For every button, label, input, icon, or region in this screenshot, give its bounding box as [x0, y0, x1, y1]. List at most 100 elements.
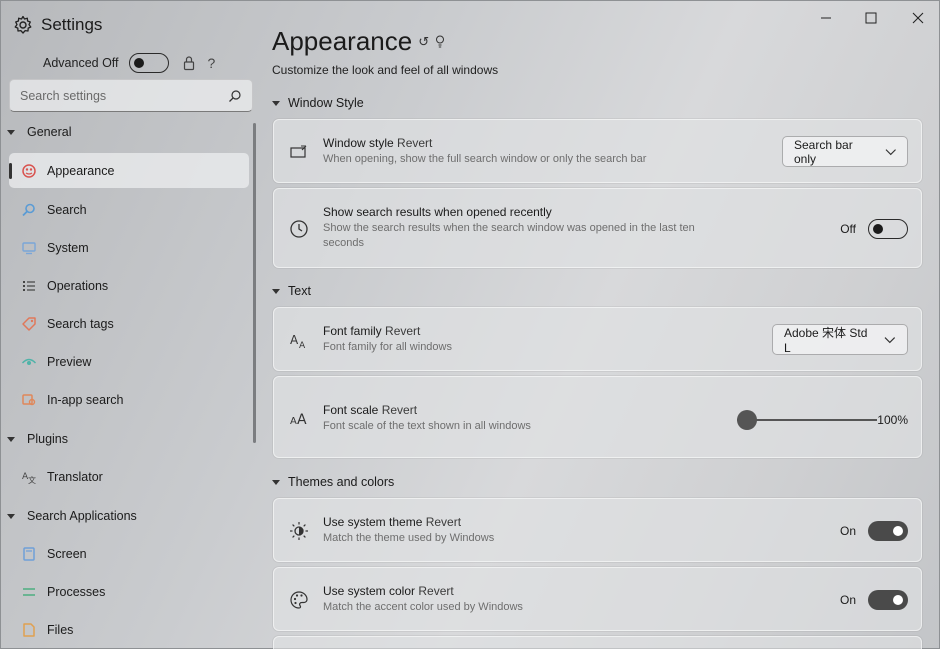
lightbulb-icon[interactable] — [435, 35, 445, 48]
minimize-icon — [821, 17, 831, 19]
translator-icon: A 文 — [22, 472, 36, 485]
screen-icon — [23, 546, 35, 561]
svg-text:A: A — [297, 412, 307, 428]
toggle-state: On — [839, 593, 856, 607]
sidebar-item-system[interactable]: System — [9, 230, 249, 265]
system-theme-toggle[interactable] — [868, 521, 908, 541]
system-color-toggle[interactable] — [868, 590, 908, 610]
sidebar-item-search-tags[interactable]: Search tags — [9, 306, 249, 341]
processes-icon — [23, 587, 35, 596]
sidebar-scrollbar[interactable] — [253, 123, 256, 443]
show-recent-toggle-group: Off — [840, 219, 908, 239]
setting-font-scale: A A Font scale Revert Font scale of the … — [273, 376, 922, 458]
system-theme-toggle-group: On — [840, 521, 908, 541]
sidebar-item-label: Preview — [47, 354, 92, 369]
sidebar: Settings Advanced Off ? General — [1, 1, 259, 649]
chevron-down-icon — [885, 148, 896, 155]
nav-group-general[interactable]: General — [7, 125, 71, 139]
setting-title: Font family Revert — [323, 324, 420, 338]
nav-group-search-applications[interactable]: Search Applications — [7, 509, 137, 523]
font-scale-icon: A A — [290, 412, 307, 428]
sidebar-item-label: Appearance — [47, 163, 115, 178]
setting-description: Show the search results when the search … — [323, 221, 695, 251]
window-style-dropdown[interactable]: Search bar only — [782, 136, 908, 167]
revert-link[interactable]: Revert — [426, 515, 461, 529]
setting-title-text: Use system theme — [323, 515, 423, 529]
setting-title-text: Font family — [323, 324, 382, 338]
revert-link[interactable]: Revert — [418, 584, 453, 598]
revert-link[interactable]: Revert — [385, 324, 420, 338]
search-input[interactable] — [20, 88, 228, 103]
close-button[interactable] — [907, 7, 929, 29]
page-title-text: Appearance — [272, 26, 413, 56]
help-icon[interactable]: ? — [208, 55, 216, 71]
advanced-label: Advanced Off — [43, 56, 119, 70]
chevron-down-icon — [272, 288, 280, 294]
setting-title-text: Show search results when opened recently — [323, 205, 552, 219]
font-scale-slider[interactable] — [737, 410, 877, 430]
font-family-dropdown[interactable]: Adobe 宋体 Std L — [772, 324, 908, 355]
chevron-down-icon — [884, 336, 896, 343]
setting-description-line: seconds — [323, 237, 364, 249]
sidebar-item-preview[interactable]: Preview — [9, 344, 249, 379]
system-color-toggle-group: On — [840, 590, 908, 610]
setting-title: Show search results when opened recently — [323, 205, 552, 219]
setting-title: Font scale Revert — [323, 403, 417, 417]
undo-icon[interactable]: ↺ — [418, 34, 429, 50]
advanced-toggle[interactable] — [128, 53, 169, 73]
slider-track[interactable] — [737, 419, 877, 421]
sidebar-item-appearance[interactable]: Appearance — [9, 153, 249, 188]
search-icon[interactable] — [228, 89, 242, 103]
monitor-icon — [22, 241, 36, 254]
sidebar-item-screen[interactable]: Screen — [9, 536, 249, 571]
minimize-button[interactable] — [815, 7, 837, 29]
app-title: Settings — [13, 15, 102, 35]
slider-thumb[interactable] — [737, 410, 757, 430]
sidebar-item-label: Search tags — [47, 316, 114, 331]
setting-system-theme: Use system theme Revert Match the theme … — [273, 498, 922, 562]
main-content: Appearance ↺ Customize the look and feel… — [259, 1, 940, 649]
sidebar-item-search[interactable]: Search — [9, 192, 249, 227]
sidebar-item-label: System — [47, 240, 89, 255]
advanced-row: Advanced Off ? — [43, 53, 215, 73]
sidebar-item-operations[interactable]: Operations — [9, 268, 249, 303]
nav-group-label: Plugins — [27, 432, 68, 446]
sidebar-item-in-app-search[interactable]: In-app search — [9, 382, 249, 417]
inapp-icon — [22, 393, 36, 405]
search-box[interactable] — [9, 79, 253, 112]
font-scale-value: 100% — [877, 413, 908, 427]
section-window-style[interactable]: Window Style — [272, 96, 364, 110]
nav-group-plugins[interactable]: Plugins — [7, 432, 68, 446]
show-recent-toggle[interactable] — [868, 219, 908, 239]
setting-title: Use system theme Revert — [323, 515, 461, 529]
sidebar-item-translator[interactable]: A 文 Translator — [9, 459, 249, 494]
sidebar-item-files[interactable]: Files — [9, 612, 249, 647]
sidebar-item-processes[interactable]: Processes — [9, 574, 249, 609]
window-style-icon — [290, 145, 307, 158]
setting-description: Font scale of the text shown in all wind… — [323, 420, 531, 432]
sun-icon — [290, 522, 308, 540]
setting-title: Use system color Revert — [323, 584, 454, 598]
sidebar-item-label: Search — [47, 202, 87, 217]
setting-description: When opening, show the full search windo… — [323, 153, 647, 165]
maximize-button[interactable] — [860, 7, 882, 29]
palette-icon — [290, 591, 308, 609]
appearance-icon — [22, 163, 36, 178]
setting-description: Match the theme used by Windows — [323, 532, 495, 544]
toggle-state: On — [839, 524, 856, 538]
revert-link[interactable]: Revert — [397, 136, 432, 150]
dropdown-value: Adobe 宋体 Std L — [784, 326, 868, 355]
revert-link[interactable]: Revert — [382, 403, 417, 417]
setting-description-line: Show the search results when the search … — [323, 222, 695, 234]
list-icon — [23, 280, 35, 291]
tag-icon — [22, 316, 36, 331]
section-themes-and-colors[interactable]: Themes and colors — [272, 475, 394, 489]
chevron-down-icon — [7, 436, 15, 442]
toggle-knob — [893, 526, 903, 536]
nav-group-label: General — [27, 125, 72, 139]
sidebar-item-label: Files — [47, 622, 74, 637]
sidebar-item-label: Screen — [47, 546, 87, 561]
section-text[interactable]: Text — [272, 284, 311, 298]
lock-icon[interactable] — [182, 55, 196, 71]
sidebar-item-label: In-app search — [47, 392, 124, 407]
